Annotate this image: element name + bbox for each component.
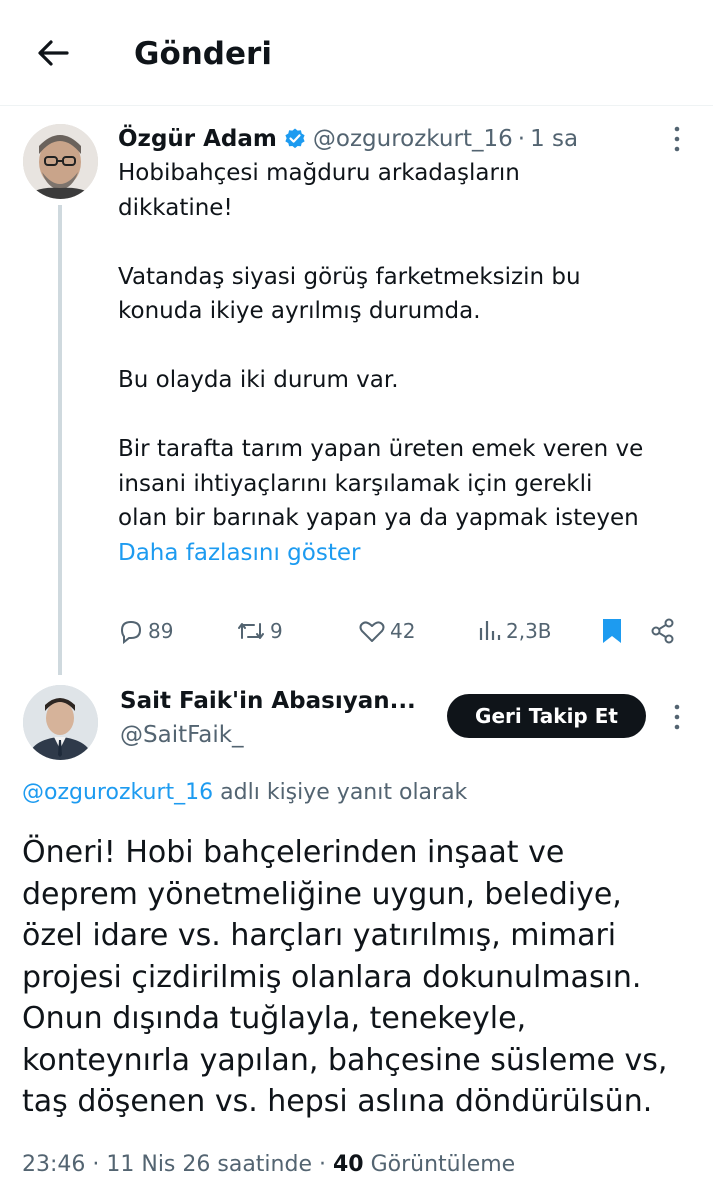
- bookmark-icon: [603, 619, 621, 643]
- text-line: Vatandaş siyasi görüş farketmeksizin bu: [118, 263, 581, 290]
- more-options-button[interactable]: [666, 702, 688, 732]
- tweet-text: Hobibahçesi mağduru arkadaşların dikkati…: [118, 156, 688, 570]
- text-line: Bir tarafta tarım yapan üreten emek vere…: [118, 436, 644, 462]
- post-time[interactable]: 1 sa: [530, 126, 578, 152]
- views-label: Görüntüleme: [363, 1152, 516, 1177]
- replying-to: @ozgurozkurt_16 adlı kişiye yanıt olarak: [22, 780, 467, 805]
- author-name[interactable]: Sait Faik'in Abasıyan...: [120, 688, 416, 714]
- repost-icon: [238, 623, 264, 639]
- repost-count: 9: [270, 619, 283, 643]
- text-line: projesi çizdirilmiş olanlara dokunulması…: [22, 959, 642, 995]
- like-count: 42: [390, 619, 416, 643]
- reply-count: 89: [148, 619, 174, 643]
- author-name[interactable]: Özgür Adam: [118, 126, 277, 152]
- share-button[interactable]: [650, 612, 676, 650]
- share-icon: [651, 618, 674, 644]
- replying-to-label: adlı kişiye yanıt olarak: [213, 780, 468, 805]
- reply-mention-link[interactable]: @ozgurozkurt_16: [22, 780, 213, 805]
- author-handle[interactable]: @SaitFaik_: [120, 722, 244, 748]
- text-line: olan bir barınak yapan ya da yapmak iste…: [118, 505, 639, 531]
- view-count: 2,3B: [506, 619, 552, 643]
- verified-badge-icon: [283, 127, 307, 151]
- text-line: deprem yönetmeliğine uygun, belediye,: [22, 876, 622, 912]
- arrow-left-icon: [38, 40, 69, 66]
- text-line: insani ihtiyaçlarını karşılamak için ger…: [118, 470, 593, 497]
- action-bar: 89 9 42 2,3B: [118, 612, 688, 650]
- separator-dot: ·: [517, 126, 526, 152]
- show-more-link[interactable]: Daha fazlasını göster: [118, 536, 688, 571]
- more-vertical-icon: [674, 126, 680, 152]
- view-count: 40: [332, 1152, 364, 1177]
- avatar[interactable]: [23, 124, 98, 199]
- text-line: konuda ikiye ayrılmış durumda.: [118, 298, 481, 324]
- post-meta: 23:46 · 11 Nis 26 saatinde · 40 Görüntül…: [22, 1152, 515, 1177]
- thread-line: [58, 205, 62, 675]
- author-handle[interactable]: @ozgurozkurt_16: [313, 126, 513, 152]
- more-options-button[interactable]: [666, 124, 688, 154]
- text-line: Öneri! Hobi bahçelerinden inşaat ve: [22, 835, 565, 870]
- reply-icon: [120, 620, 142, 644]
- text-line: dikkatine!: [118, 194, 233, 221]
- views-button[interactable]: 2,3B: [478, 612, 552, 650]
- follow-back-button[interactable]: Geri Takip Et: [447, 694, 646, 738]
- top-bar: Gönderi: [0, 0, 713, 106]
- tweet-text: Öneri! Hobi bahçelerinden inşaat ve depr…: [22, 832, 702, 1123]
- back-button[interactable]: [30, 30, 76, 76]
- analytics-icon: [479, 621, 501, 640]
- page-title: Gönderi: [134, 36, 272, 72]
- avatar[interactable]: [23, 685, 98, 760]
- text-line: özel idare vs. harçları yatırılmış, mima…: [22, 918, 617, 953]
- text-line: taş döşenen vs. hepsi aslına döndürülsün…: [22, 1084, 653, 1119]
- like-button[interactable]: 42: [358, 612, 415, 650]
- text-line: Onun dışında tuğlayla, tenekeyle,: [22, 1001, 527, 1036]
- text-line: Bu olayda iki durum var.: [118, 367, 399, 393]
- post-timestamp[interactable]: 23:46 · 11 Nis 26 saatinde ·: [22, 1152, 333, 1177]
- tweet-header: Özgür Adam @ozgurozkurt_16 · 1 sa: [118, 122, 578, 156]
- text-line: Hobibahçesi mağduru arkadaşların: [118, 160, 520, 186]
- bookmark-button[interactable]: [600, 612, 624, 650]
- repost-button[interactable]: 9: [236, 612, 283, 650]
- reply-button[interactable]: 89: [118, 612, 173, 650]
- text-line: konteynırla yapılan, bahçesine süsleme v…: [22, 1042, 668, 1078]
- more-vertical-icon: [674, 704, 680, 730]
- heart-icon: [359, 621, 385, 642]
